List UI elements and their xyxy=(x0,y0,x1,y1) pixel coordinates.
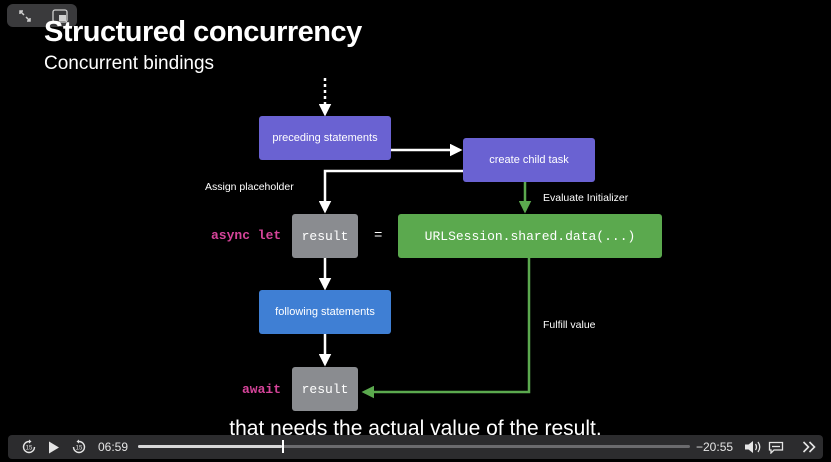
progress-fill xyxy=(138,445,282,448)
evaluate-initializer-label: Evaluate Initializer xyxy=(543,192,629,204)
async-let-keyword: async let xyxy=(211,228,282,243)
result-label: result xyxy=(301,228,349,244)
elapsed-time: 06:59 xyxy=(98,440,129,454)
skip-back-15-icon[interactable]: 15 xyxy=(20,438,38,456)
volume-icon[interactable] xyxy=(743,438,765,456)
assign-placeholder-arrow xyxy=(318,169,463,214)
initializer-box: URLSession.shared.data(...) xyxy=(398,214,662,258)
fulfill-value-label: Fulfill value xyxy=(543,319,596,331)
preceding-statements-box: preceding statements xyxy=(259,116,391,160)
initializer-label: URLSession.shared.data(...) xyxy=(424,228,636,244)
skip-forward-15-icon[interactable]: 15 xyxy=(70,438,88,456)
svg-text:15: 15 xyxy=(76,446,83,452)
progress-track[interactable] xyxy=(138,440,690,453)
more-icon[interactable] xyxy=(800,438,818,456)
play-icon[interactable] xyxy=(46,438,62,456)
playhead[interactable] xyxy=(281,440,284,453)
await-result-label: result xyxy=(301,381,349,397)
create-child-task-box: create child task xyxy=(463,138,595,182)
subtitles-icon[interactable] xyxy=(767,438,785,456)
result-placeholder-box: result xyxy=(292,214,358,258)
await-keyword: await xyxy=(242,382,282,397)
await-result-box: result xyxy=(292,367,358,411)
svg-text:15: 15 xyxy=(26,446,33,452)
following-statements-box: following statements xyxy=(259,290,391,334)
equals-sign: = xyxy=(374,228,383,244)
preceding-statements-label: preceding statements xyxy=(272,132,378,144)
create-child-task-label: create child task xyxy=(489,154,569,166)
player-controls-bar: 15 15 06:59 −20:55 xyxy=(8,435,823,459)
following-statements-label: following statements xyxy=(275,306,375,318)
assign-placeholder-label: Assign placeholder xyxy=(205,181,294,193)
remaining-time: −20:55 xyxy=(696,440,734,454)
